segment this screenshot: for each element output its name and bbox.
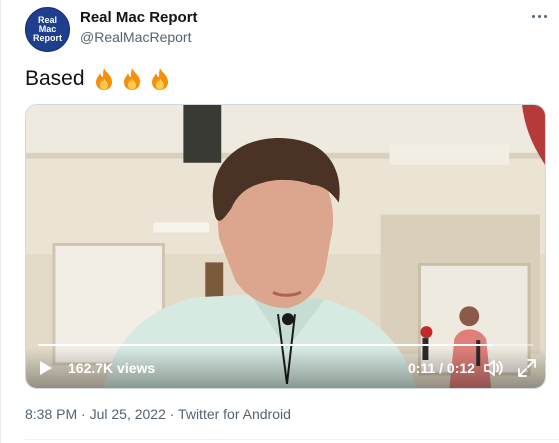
video-progress-fill (38, 344, 492, 346)
avatar-text-line-3: Report (33, 33, 62, 43)
tweet-text-body: Based (25, 67, 85, 90)
more-options-icon[interactable] (529, 8, 549, 24)
volume-button[interactable] (483, 358, 505, 378)
fire-emoji-icon (151, 68, 168, 90)
author-handle[interactable]: @RealMacReport (80, 29, 191, 45)
more-dot (531, 14, 535, 18)
tweet-card: Real Mac Report Real Mac Report @RealMac… (0, 0, 559, 443)
video-frame (26, 105, 545, 388)
view-count: 162.7K views (68, 360, 156, 376)
author-display-name[interactable]: Real Mac Report (80, 9, 198, 26)
tweet-timestamp[interactable]: 8:38 PM · Jul 25, 2022 · Twitter for And… (25, 406, 291, 422)
avatar[interactable]: Real Mac Report (25, 7, 70, 52)
more-dot (543, 14, 547, 18)
emoji-group (91, 66, 173, 92)
video-player[interactable]: 162.7K views 0:11 / 0:12 (25, 104, 546, 389)
fire-emoji-icon (123, 68, 140, 90)
tweet-text: Based (25, 66, 173, 92)
fire-emoji-icon (95, 68, 112, 90)
fullscreen-button[interactable] (517, 358, 537, 378)
video-progress-bar[interactable] (38, 344, 533, 346)
more-dot (537, 14, 541, 18)
play-icon (40, 361, 52, 375)
play-button[interactable] (39, 359, 55, 377)
fullscreen-icon (518, 359, 536, 377)
divider (25, 439, 559, 440)
video-controls: 162.7K views 0:11 / 0:12 (26, 348, 545, 388)
speaker-icon (484, 360, 503, 376)
video-time: 0:11 / 0:12 (408, 360, 475, 376)
